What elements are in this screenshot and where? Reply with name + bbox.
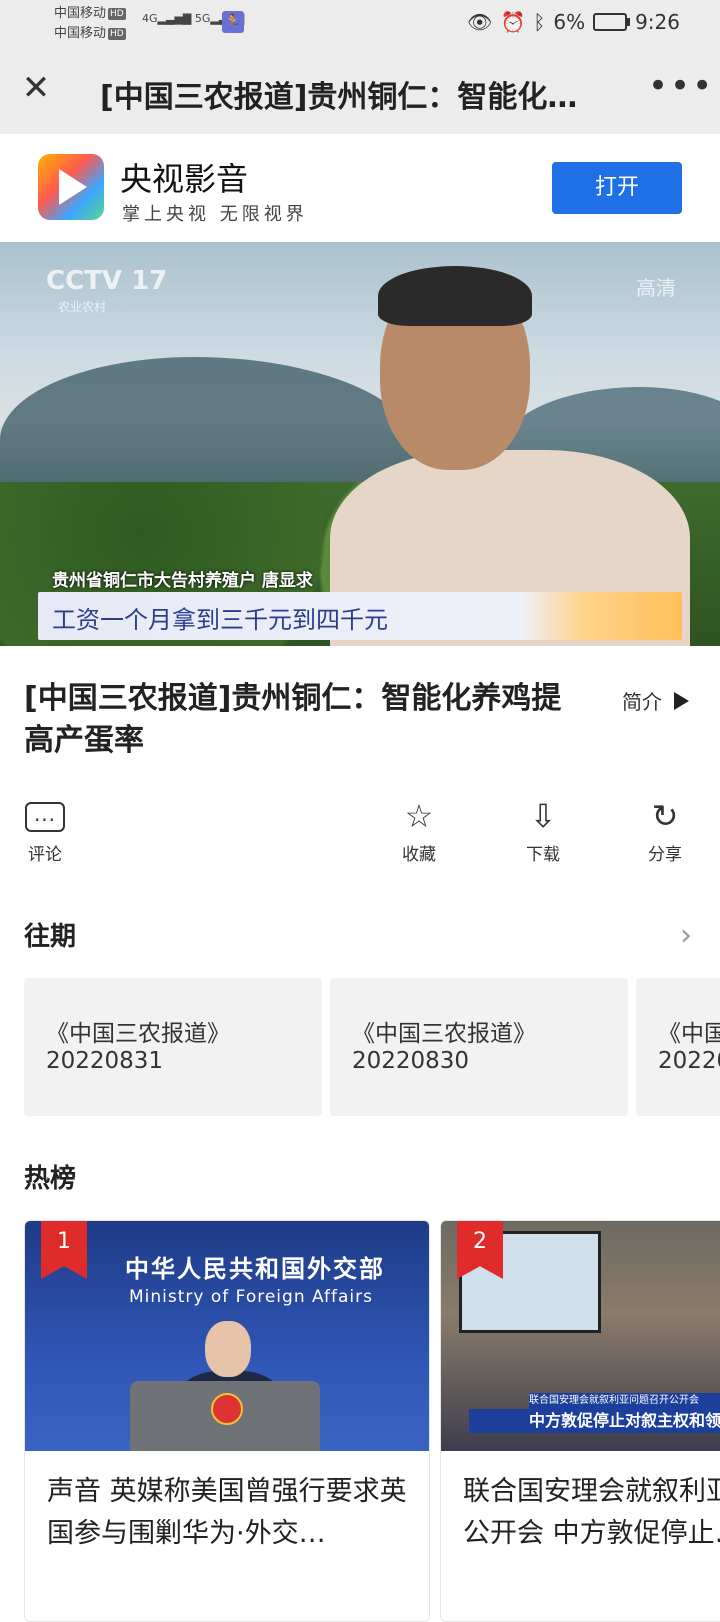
speaker-caption: 贵州省铜仁市大告村养殖户 唐显求 <box>52 571 313 591</box>
comment-button[interactable]: 评论 <box>10 796 80 865</box>
episode-name: 《中国三农报道》 <box>46 1021 230 1047</box>
chevron-right-icon[interactable]: › <box>680 918 692 953</box>
share-icon: ↻ <box>651 797 679 835</box>
episode-card[interactable]: 《中国三农报道》 20220831 <box>24 978 322 1116</box>
open-app-button[interactable]: 打开 <box>552 162 682 214</box>
episode-date: 2022082 <box>658 1048 720 1074</box>
alarm-icon: ⏰ <box>500 10 526 34</box>
carrier-info: 中国移动 HD 中国移动 HD <box>54 4 126 44</box>
emblem-icon <box>211 1393 243 1425</box>
app-logo-icon <box>38 154 104 220</box>
comment-icon <box>25 800 65 840</box>
episode-name: 《中国三农报道》 <box>658 1021 720 1047</box>
status-bar: 中国移动HD 中国移动HD 4G▂▃▅▇ 5G▂▃▅▇ 🏃 👁 ⏰ ᛒ 6% 9… <box>0 0 720 48</box>
video-player[interactable]: CCTV 17 农业农村 高清 贵州省铜仁市大告村养殖户 唐显求 工资一个月拿到… <box>0 242 720 646</box>
running-icon: 🏃 <box>222 11 244 33</box>
hot-heading: 热榜 <box>24 1164 77 1194</box>
share-label: 分享 <box>648 845 682 865</box>
favorite-button[interactable]: ☆ 收藏 <box>384 796 454 865</box>
comment-label: 评论 <box>28 845 62 865</box>
share-button[interactable]: ↻ 分享 <box>630 796 700 865</box>
episode-name: 《中国三农报道》 <box>352 1021 536 1047</box>
thumbnail-text: 中华人民共和国外交部 <box>125 1255 385 1283</box>
carrier-1: 中国移动 <box>54 6 107 21</box>
subtitle-text: 工资一个月拿到三千元到四千元 <box>52 606 388 634</box>
app-slogan: 掌上央视 无限视界 <box>122 204 308 225</box>
download-label: 下载 <box>526 845 560 865</box>
intro-button[interactable]: 简介 <box>622 686 689 715</box>
episode-card[interactable]: 《中国三农报道》 20220830 <box>330 978 628 1116</box>
thumbnail-ticker-small: 联合国安理会就叙利亚问题召开公开会 <box>529 1393 720 1409</box>
episode-date: 20220831 <box>46 1048 164 1074</box>
page-title: [中国三农报道]贵州铜仁：智能化… <box>100 80 578 115</box>
article-title: [中国三农报道]贵州铜仁：智能化养鸡提高产蛋率 <box>24 681 562 758</box>
app-banner: 央视影音 掌上央视 无限视界 打开 <box>0 134 720 243</box>
hot-item-title: 声音 英媒称美国曾强行要求英国参与围剿华为·外交… <box>47 1476 407 1549</box>
top-bar: ✕ [中国三农报道]贵州铜仁：智能化… ••• <box>0 48 720 134</box>
download-button[interactable]: ⇩ 下载 <box>508 796 578 865</box>
battery-percent: 6% <box>553 10 586 34</box>
play-triangle-icon <box>674 691 689 710</box>
hd-badge: HD <box>108 7 126 20</box>
past-heading: 往期 <box>24 922 77 952</box>
more-icon[interactable]: ••• <box>648 66 714 106</box>
carrier-2: 中国移动 <box>54 26 107 41</box>
channel-logo: CCTV 17 <box>46 266 168 296</box>
battery-icon <box>593 13 631 31</box>
hot-item[interactable]: 中华人民共和国外交部 Ministry of Foreign Affairs 1… <box>24 1220 430 1622</box>
episode-date: 20220830 <box>352 1048 470 1074</box>
hd-badge: HD <box>108 27 126 40</box>
clock: 9:26 <box>635 10 680 34</box>
episode-card[interactable]: 《中国三农报道》 2022082 <box>636 978 720 1116</box>
quality-mark: 高清 <box>636 276 676 300</box>
hot-item-title: 联合国安理会就叙利亚问题召开公开会 中方敦促停止… <box>463 1476 720 1549</box>
intro-label: 简介 <box>622 690 662 714</box>
thumbnail-ticker: 中方敦促停止对叙主权和领 <box>469 1409 720 1433</box>
interviewee <box>330 266 690 646</box>
eye-icon: 👁 <box>467 10 493 34</box>
close-icon[interactable]: ✕ <box>18 70 54 106</box>
thumbnail-text-en: Ministry of Foreign Affairs <box>129 1287 373 1307</box>
app-name: 央视影音 <box>120 160 249 198</box>
channel-logo-sub: 农业农村 <box>58 300 107 314</box>
download-icon: ⇩ <box>529 797 557 835</box>
bluetooth-icon: ᛒ <box>533 10 546 34</box>
subtitle-bar: 工资一个月拿到三千元到四千元 <box>38 592 682 640</box>
star-icon: ☆ <box>404 797 434 835</box>
status-right: 👁 ⏰ ᛒ 6% 9:26 <box>467 10 680 34</box>
hot-item[interactable]: 联合国安理会就叙利亚问题召开公开会 中方敦促停止对叙主权和领 2 联合国安理会就… <box>440 1220 720 1622</box>
favorite-label: 收藏 <box>402 845 436 865</box>
